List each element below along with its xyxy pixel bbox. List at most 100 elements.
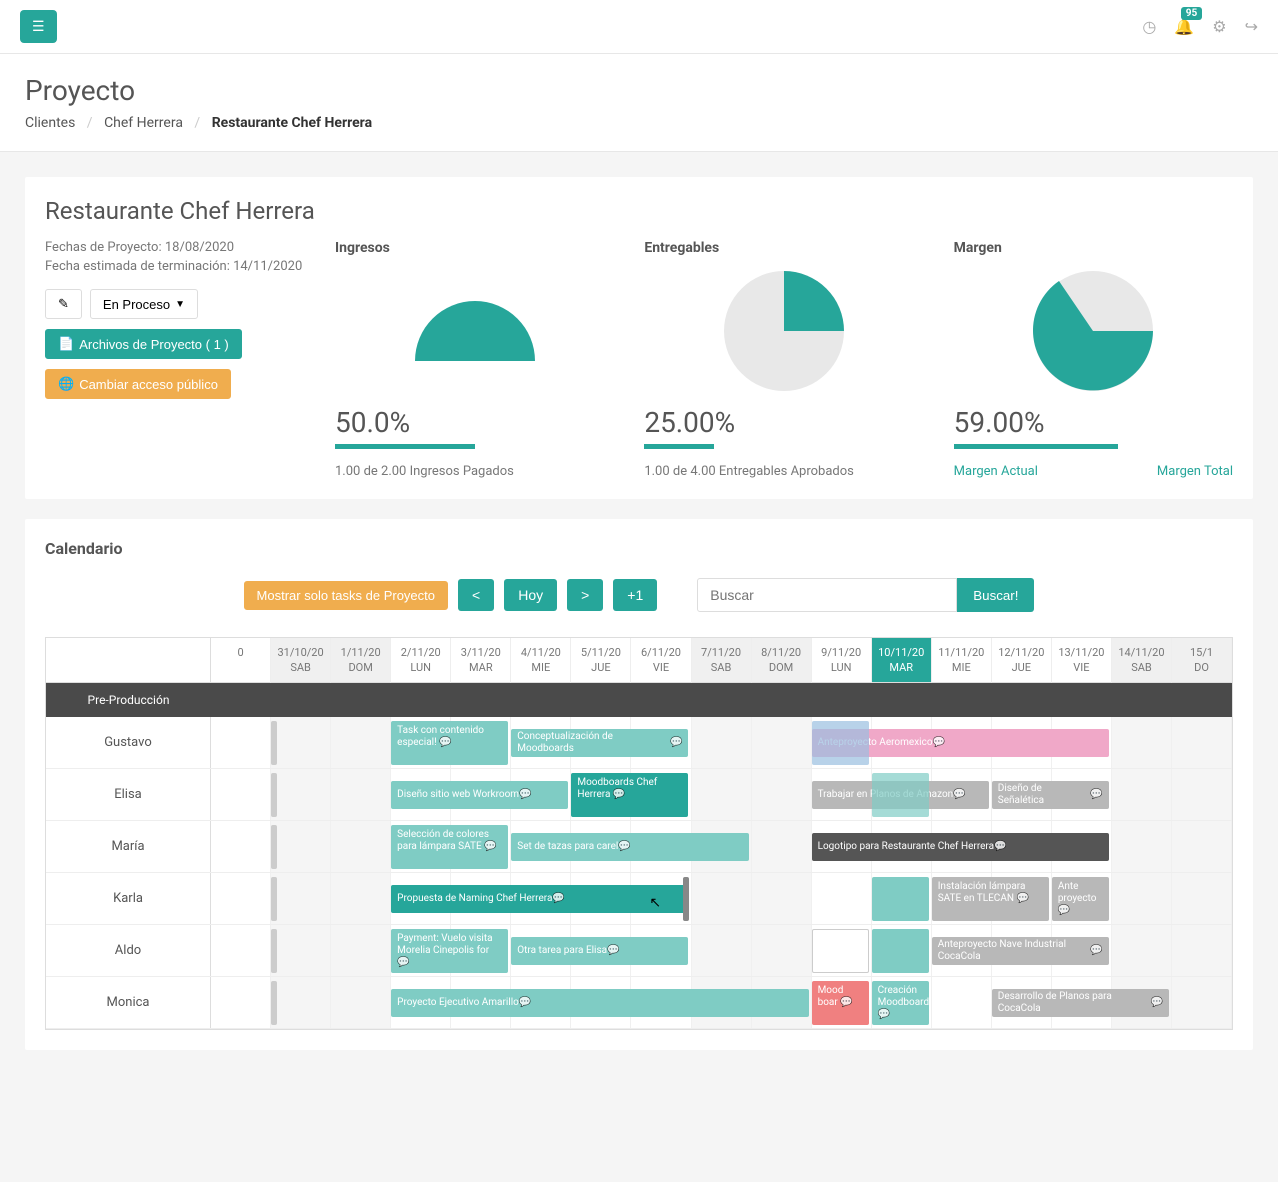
gantt-day-header[interactable]: 10/11/20MAR [872, 638, 932, 683]
gantt-day-header[interactable]: 31/10/20SAB [271, 638, 331, 683]
chat-icon: 💬 [1058, 905, 1070, 916]
topbar: ☰ ◷ 🔔95 ⚙ ↪ [0, 0, 1278, 54]
calendar-controls: Mostrar solo tasks de Proyecto < Hoy > +… [45, 578, 1233, 612]
ingresos-sub: 1.00 de 2.00 Ingresos Pagados [335, 464, 614, 479]
task-handle[interactable] [271, 773, 277, 817]
gantt-day-header[interactable]: 12/11/20JUE [992, 638, 1052, 683]
gantt-task[interactable]: Instalación lámpara SATE en TLECAN 💬 [932, 877, 1049, 921]
gantt-day-header[interactable]: 14/11/20SAB [1112, 638, 1172, 683]
task-handle[interactable] [271, 981, 277, 1025]
breadcrumb-clientes[interactable]: Clientes [25, 115, 75, 131]
task-handle[interactable] [271, 877, 277, 921]
page-header: Proyecto Clientes / Chef Herrera / Resta… [0, 54, 1278, 152]
chat-icon: 💬 [994, 841, 1006, 853]
chat-icon: 💬 [840, 997, 852, 1008]
gantt-task[interactable]: Conceptualización de Moodboards 💬 [511, 729, 688, 757]
settings-icon[interactable]: ⚙ [1212, 17, 1226, 36]
chat-icon: 💬 [397, 957, 409, 968]
today-button[interactable]: Hoy [504, 579, 557, 611]
gantt-task-overlay[interactable] [872, 773, 929, 817]
files-label: Archivos de Proyecto ( 1 ) [79, 337, 229, 352]
gantt-task[interactable]: Selección de colores para lámpara SATE 💬 [391, 825, 508, 869]
task-handle[interactable] [271, 825, 277, 869]
gantt-day-header[interactable]: 3/11/20MAR [451, 638, 511, 683]
calendar-title: Calendario [45, 539, 1233, 558]
gantt-day-header[interactable]: 15/1DO [1172, 638, 1232, 683]
filter-tasks-button[interactable]: Mostrar solo tasks de Proyecto [244, 581, 448, 610]
gantt-task[interactable] [872, 929, 929, 973]
ingresos-chart [335, 266, 614, 396]
margen-total-link[interactable]: Margen Total [1157, 464, 1233, 479]
gantt-day-header[interactable]: 8/11/20DOM [752, 638, 812, 683]
menu-toggle-button[interactable]: ☰ [20, 10, 57, 43]
gantt-section-row: Pre-Producción [46, 683, 1232, 717]
gantt-task[interactable]: Diseño sitio web Workroom 💬 [391, 781, 568, 809]
edit-button[interactable]: ✎ [45, 289, 82, 319]
gantt-day-header[interactable]: 5/11/20JUE [571, 638, 631, 683]
ingresos-value: 50.0% [335, 406, 614, 439]
clock-icon[interactable]: ◷ [1142, 17, 1156, 36]
file-icon: 📄 [58, 336, 74, 352]
status-dropdown[interactable]: En Proceso ▼ [90, 289, 198, 319]
metric-label: Ingresos [335, 240, 614, 256]
metric-entregables: Entregables 25.00% 1.00 de 4.00 Entregab… [644, 240, 923, 479]
chat-icon: 💬 [484, 841, 496, 852]
prev-button[interactable]: < [458, 579, 494, 611]
gantt-task[interactable]: Payment: Vuelo visita Morelia Cinepolis … [391, 929, 508, 973]
margen-value: 59.00% [954, 406, 1233, 439]
plus-one-button[interactable]: +1 [613, 579, 657, 611]
gantt-day-header[interactable]: 11/11/20MIE [932, 638, 992, 683]
task-handle[interactable] [271, 721, 277, 765]
project-name: Restaurante Chef Herrera [45, 197, 1233, 225]
gantt-task[interactable]: Propuesta de Naming Chef Herrera 💬 [391, 885, 688, 913]
gantt-task[interactable]: Diseño de Señalética 💬 [992, 781, 1109, 809]
gantt-task[interactable] [872, 877, 929, 921]
gantt-task[interactable]: Creación Moodboards 💬 [872, 981, 929, 1025]
person-label: Karla [46, 873, 211, 924]
person-label: Monica [46, 977, 211, 1028]
gantt-day-header[interactable]: 1/11/20DOM [331, 638, 391, 683]
margen-bar [954, 444, 1119, 449]
person-label: Gustavo [46, 717, 211, 768]
margen-actual-link[interactable]: Margen Actual [954, 464, 1038, 479]
hamburger-icon: ☰ [32, 18, 45, 34]
gantt-days-header: 031/10/20SAB1/11/20DOM2/11/20LUN3/11/20M… [211, 638, 1232, 683]
gantt-day-header[interactable]: 2/11/20LUN [391, 638, 451, 683]
task-handle[interactable] [271, 929, 277, 973]
search-input[interactable] [697, 578, 957, 612]
gantt-task[interactable]: Otra tarea para Elisa 💬 [511, 937, 688, 965]
gantt-task[interactable]: Moodboards Chef Herrera 💬 [571, 773, 688, 817]
gantt-task[interactable]: Desarrollo de Planos para CocaCola 💬 [992, 989, 1169, 1017]
gantt-day-header[interactable]: 6/11/20VIE [631, 638, 691, 683]
metric-margen: Margen 59.00% Margen Actual Margen Total [954, 240, 1233, 479]
gantt-day-header[interactable]: 4/11/20MIE [511, 638, 571, 683]
pencil-icon: ✎ [58, 296, 69, 312]
gantt-task[interactable]: Task con contenido especial! 💬 [391, 721, 508, 765]
gantt-task-overlay[interactable] [812, 721, 869, 765]
metric-label: Entregables [644, 240, 923, 256]
gantt-task[interactable]: Logotipo para Restaurante Chef Herrera 💬 [812, 833, 1109, 861]
gantt-day-header[interactable]: 13/11/20VIE [1052, 638, 1112, 683]
entregables-value: 25.00% [644, 406, 923, 439]
chat-icon: 💬 [1090, 945, 1102, 957]
project-info: Fechas de Proyecto: 18/08/2020 Fecha est… [45, 240, 305, 479]
search-button[interactable]: Buscar! [957, 578, 1034, 612]
public-access-button[interactable]: 🌐 Cambiar acceso público [45, 369, 231, 399]
gantt-task[interactable] [812, 929, 869, 973]
logout-icon[interactable]: ↪ [1245, 17, 1258, 36]
project-files-button[interactable]: 📄 Archivos de Proyecto ( 1 ) [45, 329, 242, 359]
gantt-task[interactable]: Proyecto Ejecutivo Amarillo 💬 [391, 989, 808, 1017]
gantt-day-header[interactable]: 9/11/20LUN [812, 638, 872, 683]
gantt-task[interactable]: Mood boar 💬 [812, 981, 869, 1025]
project-end-date: Fecha estimada de terminación: 14/11/202… [45, 259, 305, 274]
next-button[interactable]: > [567, 579, 603, 611]
gantt-task[interactable]: Anteproyecto Nave Industrial CocaCola 💬 [932, 937, 1109, 965]
breadcrumb-chef[interactable]: Chef Herrera [104, 115, 183, 131]
gantt-day-header[interactable]: 0 [211, 638, 271, 683]
gantt-task[interactable]: Ante proyecto 💬 [1052, 877, 1109, 921]
ingresos-bar [335, 444, 475, 449]
notifications-icon[interactable]: 🔔95 [1174, 17, 1194, 36]
drag-handle[interactable] [683, 877, 689, 921]
gantt-day-header[interactable]: 7/11/20SAB [692, 638, 752, 683]
gantt-task[interactable]: Set de tazas para carel 💬 [511, 833, 748, 861]
